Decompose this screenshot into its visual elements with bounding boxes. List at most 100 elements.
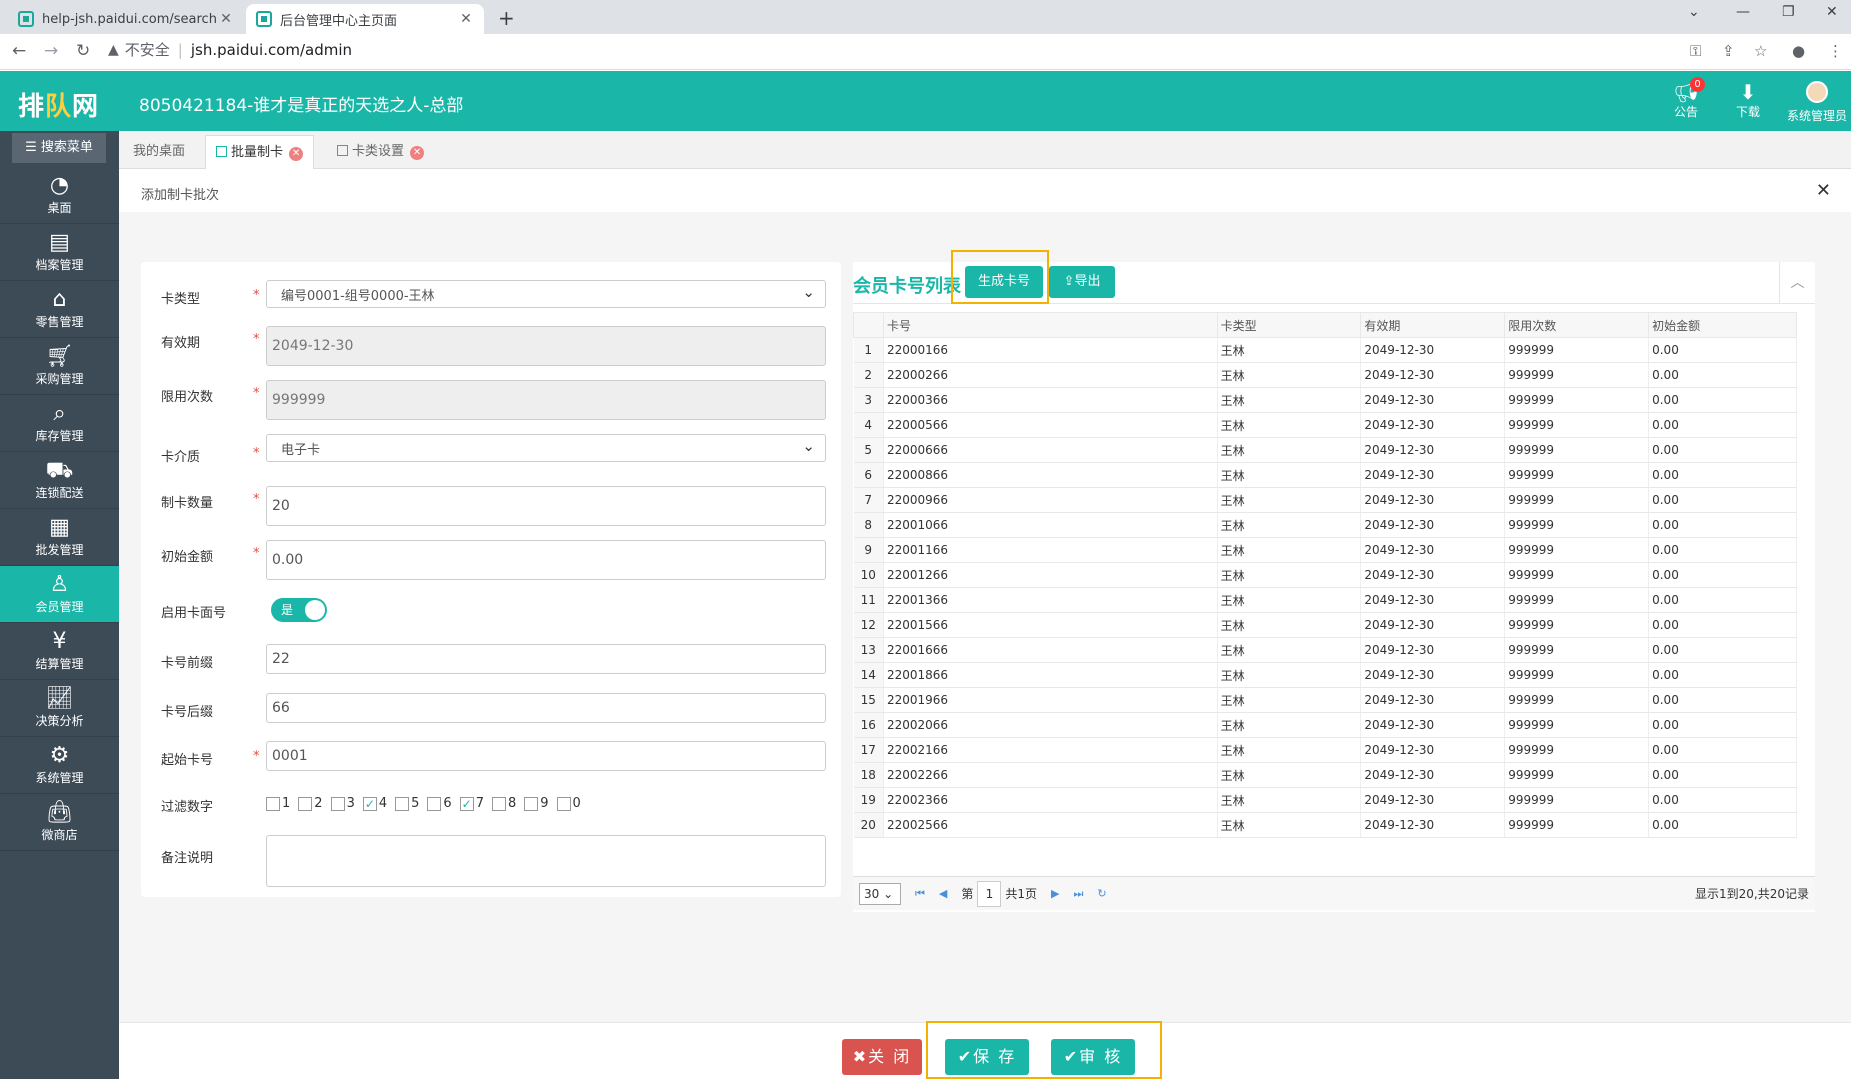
sidebar-item-shop[interactable]: 👜︎ 微商店 — [0, 794, 119, 851]
export-button[interactable]: ⇪导出 — [1049, 266, 1115, 298]
filter-checkbox-4[interactable]: ✓ 4 — [362, 796, 387, 811]
table-row[interactable]: 8 22001066 王林 2049-12-30 999999 0.00 — [853, 512, 1797, 538]
table-row[interactable]: 5 22000666 王林 2049-12-30 999999 0.00 — [853, 437, 1797, 463]
column-header[interactable]: 限用次数 — [1504, 312, 1650, 338]
filter-checkbox-9[interactable]: 9 — [524, 796, 549, 811]
table-row[interactable]: 16 22002066 王林 2049-12-30 999999 0.00 — [853, 712, 1797, 738]
more-menu-icon[interactable]: ⋮ — [1828, 42, 1843, 60]
column-header[interactable]: 卡类型 — [1216, 312, 1362, 338]
restore-button[interactable]: ❐ — [1782, 4, 1795, 20]
table-row[interactable]: 2 22000266 王林 2049-12-30 999999 0.00 — [853, 362, 1797, 388]
download-button[interactable]: ⬇ 下载 — [1718, 81, 1778, 120]
table-row[interactable]: 1 22000166 王林 2049-12-30 999999 0.00 — [853, 337, 1797, 363]
sidebar-item-system[interactable]: ⚙ 系统管理 — [0, 737, 119, 794]
key-icon[interactable]: ⚿ — [1690, 42, 1701, 60]
table-row[interactable]: 20 22002566 王林 2049-12-30 999999 0.00 — [853, 812, 1797, 838]
close-icon[interactable]: ✕ — [1816, 180, 1831, 201]
expiry-field[interactable]: 2049-12-30 — [266, 326, 826, 366]
sidebar-item-retail[interactable]: ⌂ 零售管理 — [0, 281, 119, 338]
tab-batch-card[interactable]: 批量制卡 ✕ — [205, 135, 315, 169]
sidebar-item-desktop[interactable]: ◔ 桌面 — [0, 167, 119, 224]
card-type-select[interactable]: 编号0001-组号0000-王林 — [266, 280, 826, 308]
table-row[interactable]: 11 22001366 王林 2049-12-30 999999 0.00 — [853, 587, 1797, 613]
refresh-icon[interactable]: ↻ — [1097, 887, 1106, 900]
tab-card-type[interactable]: 卡类设置 ✕ — [327, 135, 434, 169]
prev-page-icon[interactable]: ◀ — [939, 887, 947, 900]
close-tab-icon[interactable]: ✕ — [218, 11, 234, 27]
table-row[interactable]: 4 22000566 王林 2049-12-30 999999 0.00 — [853, 412, 1797, 438]
close-window-button[interactable]: ✕ — [1826, 4, 1838, 20]
filter-checkbox-8[interactable]: 8 — [491, 796, 516, 811]
remark-textarea[interactable] — [266, 835, 826, 887]
page-number-input[interactable]: 1 — [977, 880, 1002, 907]
table-row[interactable]: 10 22001266 王林 2049-12-30 999999 0.00 — [853, 562, 1797, 588]
column-header[interactable]: 初始金额 — [1648, 312, 1797, 338]
table-row[interactable]: 13 22001666 王林 2049-12-30 999999 0.00 — [853, 637, 1797, 663]
sidebar-item-wholesale[interactable]: ▦ 批发管理 — [0, 509, 119, 566]
table-row[interactable]: 19 22002366 王林 2049-12-30 999999 0.00 — [853, 787, 1797, 813]
filter-checkbox-6[interactable]: 6 — [427, 796, 452, 811]
table-row[interactable]: 17 22002166 王林 2049-12-30 999999 0.00 — [853, 737, 1797, 763]
filter-checkbox-5[interactable]: 5 — [395, 796, 419, 811]
column-header[interactable]: 有效期 — [1360, 312, 1506, 338]
column-header[interactable]: 卡号 — [882, 312, 1218, 338]
save-button[interactable]: ✔保 存 — [945, 1039, 1029, 1075]
face-no-toggle[interactable]: 是 — [271, 598, 327, 622]
profile-icon[interactable]: ● — [1792, 42, 1805, 60]
sidebar-item-delivery[interactable]: ⛟ 连锁配送 — [0, 452, 119, 509]
filter-checkbox-2[interactable]: 2 — [298, 796, 323, 811]
start-no-field[interactable]: 0001 — [266, 741, 826, 771]
quantity-field[interactable]: 20 — [266, 486, 826, 526]
table-row[interactable]: 7 22000966 王林 2049-12-30 999999 0.00 — [853, 487, 1797, 513]
table-row[interactable]: 9 22001166 王林 2049-12-30 999999 0.00 — [853, 537, 1797, 563]
close-tab-icon[interactable]: ✕ — [289, 147, 304, 161]
prefix-field[interactable]: 22 — [266, 644, 826, 674]
close-tab-icon[interactable]: ✕ — [410, 146, 425, 160]
table-row[interactable]: 12 22001566 王林 2049-12-30 999999 0.00 — [853, 612, 1797, 638]
suffix-field[interactable]: 66 — [266, 693, 826, 723]
field-label: 卡类型 — [161, 292, 201, 307]
limit-times-field[interactable]: 999999 — [266, 380, 826, 420]
table-row[interactable]: 15 22001966 王林 2049-12-30 999999 0.00 — [853, 687, 1797, 713]
table-row[interactable]: 3 22000366 王林 2049-12-30 999999 0.00 — [853, 387, 1797, 413]
table-row[interactable]: 6 22000866 王林 2049-12-30 999999 0.00 — [853, 462, 1797, 488]
back-arrow-icon[interactable]: ← — [12, 41, 26, 61]
generate-button[interactable]: 生成卡号 — [965, 266, 1043, 298]
new-tab-button[interactable]: + — [498, 6, 515, 30]
menu-search-button[interactable]: ☰ 搜索菜单 — [12, 133, 106, 163]
table-row[interactable]: 14 22001866 王林 2049-12-30 999999 0.00 — [853, 662, 1797, 688]
url-field[interactable]: ▲ 不安全 | jsh.paidui.com/admin — [108, 39, 352, 60]
next-page-icon[interactable]: ▶ — [1051, 887, 1059, 900]
browser-tab-help[interactable]: help-jsh.paidui.com/search?ke ✕ — [8, 4, 244, 34]
sidebar-item-purchase[interactable]: 🛒︎ 采购管理 — [0, 338, 119, 395]
reload-icon[interactable]: ↻ — [76, 41, 90, 61]
minimize-button[interactable]: — — [1736, 4, 1750, 20]
table-row[interactable]: 18 22002266 王林 2049-12-30 999999 0.00 — [853, 762, 1797, 788]
sidebar-item-member[interactable]: ♙ 会员管理 — [0, 566, 119, 623]
close-button[interactable]: ✖关 闭 — [842, 1039, 922, 1075]
sidebar-item-analysis[interactable]: 📈︎ 决策分析 — [0, 680, 119, 737]
star-icon[interactable]: ☆ — [1754, 42, 1767, 60]
notice-button[interactable]: 📢︎ 0 公告 — [1656, 77, 1716, 120]
filter-checkbox-7[interactable]: ✓ 7 — [459, 796, 484, 811]
first-page-icon[interactable]: ⏮ — [915, 887, 925, 901]
tab-desktop[interactable]: 我的桌面 — [123, 135, 195, 169]
tab-search-icon[interactable]: ⌄ — [1688, 4, 1700, 20]
sidebar-item-archive[interactable]: ▤ 档案管理 — [0, 224, 119, 281]
medium-select[interactable]: 电子卡 — [266, 434, 826, 462]
sidebar-item-inventory[interactable]: ⌕ 库存管理 — [0, 395, 119, 452]
browser-tab-admin[interactable]: 后台管理中心主页面 ✕ — [246, 4, 484, 34]
filter-checkbox-0[interactable]: 0 — [556, 796, 581, 811]
audit-button[interactable]: ✔审 核 — [1051, 1039, 1135, 1075]
filter-checkbox-3[interactable]: 3 — [330, 796, 355, 811]
filter-checkbox-1[interactable]: 1 — [266, 796, 290, 811]
collapse-icon[interactable]: ︿ — [1779, 262, 1815, 304]
user-menu[interactable]: 系统管理员 — [1786, 81, 1848, 124]
page-size-select[interactable]: 30 ⌄ — [859, 882, 901, 905]
forward-arrow-icon[interactable]: → — [44, 41, 58, 61]
share-icon[interactable]: ⇪ — [1722, 42, 1735, 60]
sidebar-item-settlement[interactable]: ¥ 结算管理 — [0, 623, 119, 680]
close-tab-icon[interactable]: ✕ — [458, 11, 474, 27]
last-page-icon[interactable]: ⏭ — [1074, 887, 1084, 901]
initial-amount-field[interactable]: 0.00 — [266, 540, 826, 580]
